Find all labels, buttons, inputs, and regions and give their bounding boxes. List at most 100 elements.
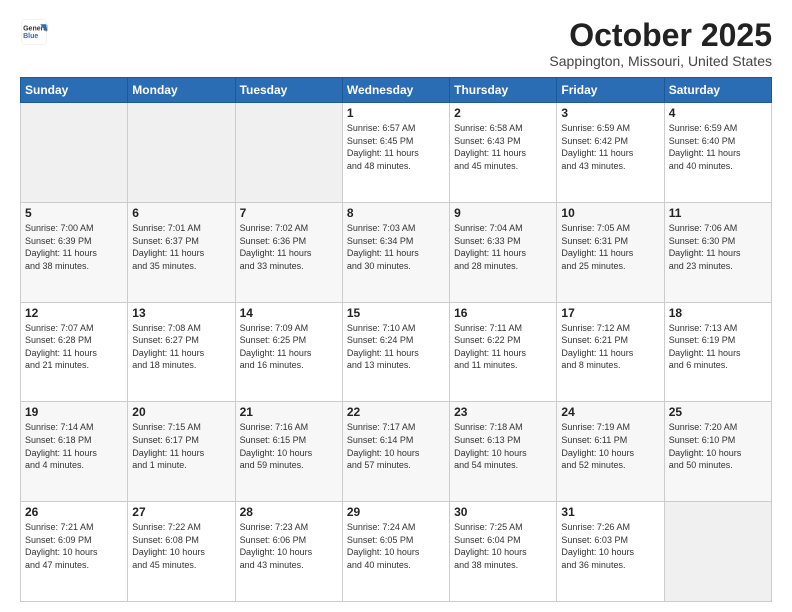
day-number: 26 — [25, 505, 123, 519]
day-info: Sunrise: 6:57 AM Sunset: 6:45 PM Dayligh… — [347, 122, 445, 172]
day-number: 30 — [454, 505, 552, 519]
page-header: General Blue October 2025 Sappington, Mi… — [20, 18, 772, 69]
day-info: Sunrise: 7:10 AM Sunset: 6:24 PM Dayligh… — [347, 322, 445, 372]
day-number: 25 — [669, 405, 767, 419]
day-info: Sunrise: 7:15 AM Sunset: 6:17 PM Dayligh… — [132, 421, 230, 471]
day-number: 18 — [669, 306, 767, 320]
day-info: Sunrise: 7:19 AM Sunset: 6:11 PM Dayligh… — [561, 421, 659, 471]
calendar-week-row: 12 Sunrise: 7:07 AM Sunset: 6:28 PM Dayli… — [21, 302, 772, 402]
table-row: 6 Sunrise: 7:01 AM Sunset: 6:37 PM Daylig… — [128, 202, 235, 302]
day-info: Sunrise: 7:00 AM Sunset: 6:39 PM Dayligh… — [25, 222, 123, 272]
table-row — [235, 103, 342, 203]
calendar-header-row: Sunday Monday Tuesday Wednesday Thursday… — [21, 78, 772, 103]
day-info: Sunrise: 7:22 AM Sunset: 6:08 PM Dayligh… — [132, 521, 230, 571]
day-info: Sunrise: 7:01 AM Sunset: 6:37 PM Dayligh… — [132, 222, 230, 272]
calendar-week-row: 19 Sunrise: 7:14 AM Sunset: 6:18 PM Dayli… — [21, 402, 772, 502]
table-row: 22Sunrise: 7:17 AM Sunset: 6:14 PM Dayli… — [342, 402, 449, 502]
table-row — [128, 103, 235, 203]
day-info: Sunrise: 7:18 AM Sunset: 6:13 PM Dayligh… — [454, 421, 552, 471]
day-number: 20 — [132, 405, 230, 419]
table-row: 4 Sunrise: 6:59 AM Sunset: 6:40 PM Daylig… — [664, 103, 771, 203]
day-info: Sunrise: 7:06 AM Sunset: 6:30 PM Dayligh… — [669, 222, 767, 272]
day-number: 23 — [454, 405, 552, 419]
table-row: 18 Sunrise: 7:13 AM Sunset: 6:19 PM Dayli… — [664, 302, 771, 402]
day-number: 19 — [25, 405, 123, 419]
day-number: 10 — [561, 206, 659, 220]
day-number: 16 — [454, 306, 552, 320]
table-row: 7 Sunrise: 7:02 AM Sunset: 6:36 PM Daylig… — [235, 202, 342, 302]
day-number: 3 — [561, 106, 659, 120]
location: Sappington, Missouri, United States — [549, 53, 772, 69]
calendar-table: Sunday Monday Tuesday Wednesday Thursday… — [20, 77, 772, 602]
col-wednesday: Wednesday — [342, 78, 449, 103]
table-row: 19 Sunrise: 7:14 AM Sunset: 6:18 PM Dayli… — [21, 402, 128, 502]
day-info: Sunrise: 7:21 AM Sunset: 6:09 PM Dayligh… — [25, 521, 123, 571]
day-info: Sunrise: 7:20 AM Sunset: 6:10 PM Dayligh… — [669, 421, 767, 471]
day-number: 29 — [347, 505, 445, 519]
title-block: October 2025 Sappington, Missouri, Unite… — [549, 18, 772, 69]
day-info: Sunrise: 7:13 AM Sunset: 6:19 PM Dayligh… — [669, 322, 767, 372]
table-row: 26 Sunrise: 7:21 AM Sunset: 6:09 PM Dayli… — [21, 502, 128, 602]
table-row: 9Sunrise: 7:04 AM Sunset: 6:33 PM Daylig… — [450, 202, 557, 302]
day-info: Sunrise: 6:59 AM Sunset: 6:40 PM Dayligh… — [669, 122, 767, 172]
day-number: 22 — [347, 405, 445, 419]
table-row: 10 Sunrise: 7:05 AM Sunset: 6:31 PM Dayli… — [557, 202, 664, 302]
day-number: 13 — [132, 306, 230, 320]
calendar-week-row: 26 Sunrise: 7:21 AM Sunset: 6:09 PM Dayli… — [21, 502, 772, 602]
day-info: Sunrise: 7:23 AM Sunset: 6:06 PM Dayligh… — [240, 521, 338, 571]
table-row: 27 Sunrise: 7:22 AM Sunset: 6:08 PM Dayli… — [128, 502, 235, 602]
col-tuesday: Tuesday — [235, 78, 342, 103]
table-row: 24 Sunrise: 7:19 AM Sunset: 6:11 PM Dayli… — [557, 402, 664, 502]
day-info: Sunrise: 7:12 AM Sunset: 6:21 PM Dayligh… — [561, 322, 659, 372]
day-info: Sunrise: 6:59 AM Sunset: 6:42 PM Dayligh… — [561, 122, 659, 172]
day-number: 11 — [669, 206, 767, 220]
col-saturday: Saturday — [664, 78, 771, 103]
logo-icon: General Blue — [20, 18, 48, 46]
day-number: 7 — [240, 206, 338, 220]
month-title: October 2025 — [549, 18, 772, 53]
day-number: 15 — [347, 306, 445, 320]
day-info: Sunrise: 7:11 AM Sunset: 6:22 PM Dayligh… — [454, 322, 552, 372]
table-row: 23 Sunrise: 7:18 AM Sunset: 6:13 PM Dayli… — [450, 402, 557, 502]
day-info: Sunrise: 7:24 AM Sunset: 6:05 PM Dayligh… — [347, 521, 445, 571]
table-row: 29 Sunrise: 7:24 AM Sunset: 6:05 PM Dayli… — [342, 502, 449, 602]
day-number: 12 — [25, 306, 123, 320]
col-monday: Monday — [128, 78, 235, 103]
table-row: 16 Sunrise: 7:11 AM Sunset: 6:22 PM Dayli… — [450, 302, 557, 402]
day-number: 4 — [669, 106, 767, 120]
day-info: Sunrise: 7:05 AM Sunset: 6:31 PM Dayligh… — [561, 222, 659, 272]
table-row: 1 Sunrise: 6:57 AM Sunset: 6:45 PM Daylig… — [342, 103, 449, 203]
day-number: 27 — [132, 505, 230, 519]
day-info: Sunrise: 7:04 AM Sunset: 6:33 PM Dayligh… — [454, 222, 552, 272]
day-number: 24 — [561, 405, 659, 419]
table-row: 25 Sunrise: 7:20 AM Sunset: 6:10 PM Dayli… — [664, 402, 771, 502]
day-info: Sunrise: 7:25 AM Sunset: 6:04 PM Dayligh… — [454, 521, 552, 571]
table-row: 5Sunrise: 7:00 AM Sunset: 6:39 PM Daylig… — [21, 202, 128, 302]
day-info: Sunrise: 7:08 AM Sunset: 6:27 PM Dayligh… — [132, 322, 230, 372]
table-row: 21 Sunrise: 7:16 AM Sunset: 6:15 PM Dayli… — [235, 402, 342, 502]
day-info: Sunrise: 7:16 AM Sunset: 6:15 PM Dayligh… — [240, 421, 338, 471]
calendar-week-row: 5Sunrise: 7:00 AM Sunset: 6:39 PM Daylig… — [21, 202, 772, 302]
table-row: 3 Sunrise: 6:59 AM Sunset: 6:42 PM Daylig… — [557, 103, 664, 203]
table-row: 13 Sunrise: 7:08 AM Sunset: 6:27 PM Dayli… — [128, 302, 235, 402]
col-friday: Friday — [557, 78, 664, 103]
table-row: 17 Sunrise: 7:12 AM Sunset: 6:21 PM Dayli… — [557, 302, 664, 402]
day-number: 1 — [347, 106, 445, 120]
day-info: Sunrise: 7:07 AM Sunset: 6:28 PM Dayligh… — [25, 322, 123, 372]
day-info: Sunrise: 7:09 AM Sunset: 6:25 PM Dayligh… — [240, 322, 338, 372]
table-row: 12 Sunrise: 7:07 AM Sunset: 6:28 PM Dayli… — [21, 302, 128, 402]
table-row — [21, 103, 128, 203]
day-number: 6 — [132, 206, 230, 220]
day-number: 8 — [347, 206, 445, 220]
day-number: 21 — [240, 405, 338, 419]
day-info: Sunrise: 7:26 AM Sunset: 6:03 PM Dayligh… — [561, 521, 659, 571]
table-row: 15 Sunrise: 7:10 AM Sunset: 6:24 PM Dayli… — [342, 302, 449, 402]
col-thursday: Thursday — [450, 78, 557, 103]
table-row: 31Sunrise: 7:26 AM Sunset: 6:03 PM Dayli… — [557, 502, 664, 602]
day-number: 17 — [561, 306, 659, 320]
table-row — [664, 502, 771, 602]
table-row: 20 Sunrise: 7:15 AM Sunset: 6:17 PM Dayli… — [128, 402, 235, 502]
day-info: Sunrise: 7:14 AM Sunset: 6:18 PM Dayligh… — [25, 421, 123, 471]
table-row: 28Sunrise: 7:23 AM Sunset: 6:06 PM Dayli… — [235, 502, 342, 602]
day-info: Sunrise: 7:02 AM Sunset: 6:36 PM Dayligh… — [240, 222, 338, 272]
